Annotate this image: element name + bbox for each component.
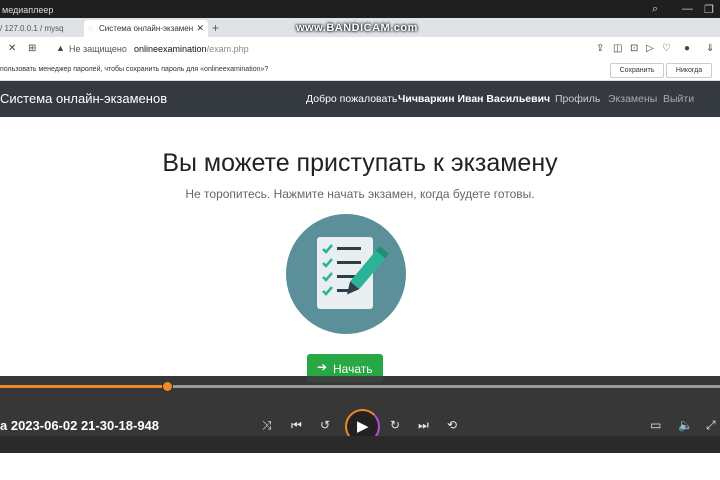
miniplayer-icon[interactable]: ▭ (650, 418, 661, 432)
player-bottom-strip (0, 436, 720, 453)
window-title: медиаплеер (2, 5, 54, 15)
start-exam-label: Начать (333, 362, 373, 376)
tab-phpmyadmin[interactable]: / 127.0.0.1 / mysq (0, 20, 82, 37)
password-save-bar: пользовать менеджер паролей, чтобы сохра… (0, 61, 720, 81)
window-title-bar: медиаплеер ⌕ — ❐ (0, 0, 720, 20)
send-icon[interactable]: ▷ (646, 43, 654, 54)
nav-profile[interactable]: Профиль (555, 93, 600, 105)
media-player-controls: а 2023-06-02 21-30-18-948 ⤨ ⏮ ↺ ▶ ↻ ⏭ ⟲ … (0, 376, 720, 444)
minimize-icon[interactable]: — (682, 3, 693, 15)
media-file-title: а 2023-06-02 21-30-18-948 (0, 418, 160, 433)
extensions-icon[interactable]: ⊡ (630, 43, 638, 54)
tab-exam[interactable]: ◌ Система онлайн-экзамен ✕ (84, 20, 208, 37)
close-icon[interactable]: ✕ (8, 43, 16, 54)
screenshot-icon[interactable]: ◫ (613, 43, 622, 54)
favorites-icon[interactable]: ♡ (662, 43, 671, 54)
never-save-button[interactable]: Никогда (666, 63, 712, 78)
site-brand[interactable]: Система онлайн-экзаменов (0, 91, 167, 106)
tab-grid-icon[interactable]: ⊞ (28, 43, 36, 54)
page-subtitle: Не торопитесь. Нажмите начать экзамен, к… (185, 187, 535, 201)
download-icon[interactable]: ⇓ (706, 43, 714, 54)
address-bar: ✕ ⊞ ▲ Не защищено onlineexamination/exam… (0, 37, 720, 62)
security-label[interactable]: Не защищено (69, 44, 127, 54)
volume-icon[interactable]: 🔈 (678, 418, 693, 432)
blank-area (0, 453, 720, 480)
url-field[interactable]: onlineexamination/exam.php (134, 44, 249, 54)
password-save-message: пользовать менеджер паролей, чтобы сохра… (0, 66, 269, 73)
rewind-icon[interactable]: ↺ (320, 418, 330, 432)
share-icon[interactable]: ⇪ (596, 43, 604, 54)
profile-icon[interactable]: ● (684, 43, 690, 54)
warning-icon[interactable]: ▲ (56, 43, 65, 53)
previous-icon[interactable]: ⏮ (291, 418, 302, 433)
tab-label: / 127.0.0.1 / mysq (0, 24, 64, 33)
close-tab-icon[interactable]: ✕ (196, 20, 204, 37)
arrow-right-icon: ➔ (317, 360, 328, 374)
url-path: /exam.php (206, 44, 249, 54)
page-title: Вы можете приступать к экзамену (162, 149, 558, 177)
restore-icon[interactable]: ❐ (704, 3, 714, 16)
nav-logout[interactable]: Выйти (663, 93, 694, 105)
loading-icon: ◌ (88, 24, 93, 33)
repeat-off-icon[interactable]: ⟲ (447, 418, 457, 432)
welcome-text: Добро пожаловать (306, 93, 398, 105)
user-name: Чичваркин Иван Васильевич (398, 93, 551, 105)
search-icon[interactable]: ⌕ (652, 3, 658, 16)
forward-icon[interactable]: ↻ (390, 418, 400, 432)
main-content: Вы можете приступать к экзамену Не тороп… (0, 117, 720, 382)
site-navbar: Система онлайн-экзаменов Добро пожаловат… (0, 81, 720, 117)
exam-checklist-illustration (285, 213, 407, 335)
seek-progress (0, 385, 168, 388)
new-tab-button[interactable]: + (212, 20, 226, 37)
tab-label: Система онлайн-экзамен (99, 24, 194, 33)
seek-handle[interactable] (162, 381, 174, 392)
bandicam-watermark: www.BANDICAM.com (296, 22, 418, 34)
play-icon: ▶ (357, 418, 369, 435)
save-password-button[interactable]: Сохранить (610, 63, 664, 78)
fullscreen-icon[interactable]: ⤢ (706, 418, 716, 433)
shuffle-icon[interactable]: ⤨ (262, 418, 272, 433)
url-host: onlineexamination (134, 44, 207, 54)
nav-exams[interactable]: Экзамены (608, 93, 657, 105)
next-icon[interactable]: ⏭ (418, 418, 429, 433)
